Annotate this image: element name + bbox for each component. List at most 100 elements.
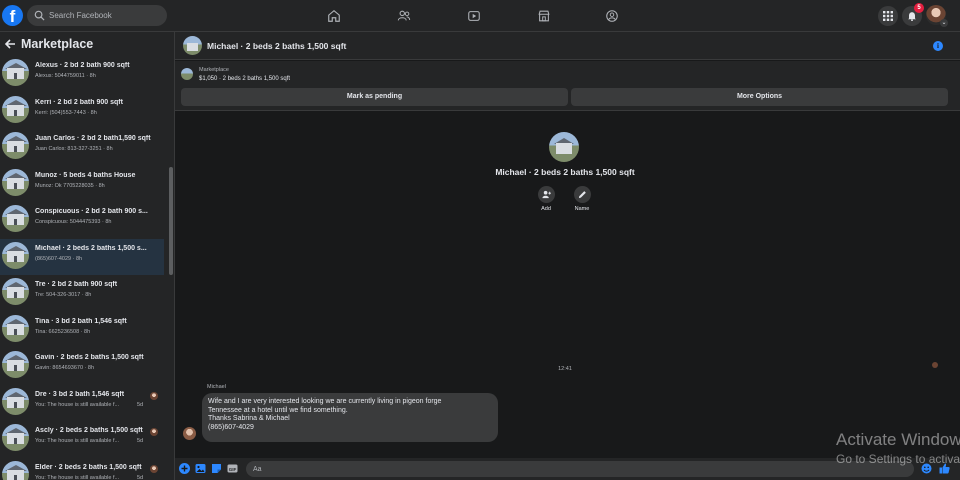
conversation-preview: You: The house is still available f... (35, 401, 120, 408)
message-line: Thanks Sabrina & Michael (208, 415, 290, 422)
listing-thumbnail (2, 95, 29, 123)
read-receipt-avatar (150, 391, 158, 400)
conversation-preview: Alexus: 5044759011 · 8h (35, 73, 96, 79)
conversation-item[interactable]: Michael · 2 beds 2 baths 1,500 s... (865)… (0, 238, 164, 275)
conversation-title: Juan Carlos · 2 bd 2 bath1,590 sqft (35, 135, 151, 142)
conversation-preview: Gavin: 8654693670 · 8h (35, 365, 95, 371)
chat-title[interactable]: Michael · 2 beds 2 baths 1,500 sqft (207, 41, 346, 51)
add-label: Add (541, 206, 551, 212)
listing-thumbnail (2, 59, 29, 86)
info-icon[interactable]: i (933, 41, 943, 51)
listing-thumbnail (2, 241, 29, 269)
mark-as-pending-button[interactable]: Mark as pending (181, 88, 568, 106)
add-action[interactable]: Add (531, 186, 561, 212)
sidebar-scrollbar[interactable] (169, 167, 173, 275)
conversation-preview: Munoz: Ok 7705228035 · 8h (35, 182, 105, 189)
plus-circle-icon[interactable] (179, 463, 190, 474)
message-timestamp: 12:41 (558, 366, 572, 372)
conversation-item[interactable]: Tre · 2 bd 2 bath 900 sqft Tre: 504-326-3… (0, 275, 164, 311)
sticker-icon[interactable] (211, 463, 222, 474)
conversation-item[interactable]: Dre · 3 bd 2 bath 1,546 sqft You: The hou… (0, 385, 164, 421)
search-input[interactable] (49, 7, 161, 24)
name-button[interactable] (573, 186, 591, 203)
conversation-preview: Juan Carlos: 813-327-3251 · 8h (35, 146, 113, 152)
conversation-sidebar: Marketplace Alexus · 2 bd 2 bath 900 sqf… (0, 32, 175, 480)
conversation-item[interactable]: Elder · 2 beds 2 baths 1,500 sqft You: Th… (0, 458, 164, 480)
conversation-item[interactable]: Ascly · 2 beds 2 baths 1,500 sqft You: Th… (0, 421, 164, 457)
read-receipt-avatar (150, 464, 158, 473)
search-box[interactable] (27, 5, 167, 26)
message-composer: GIF (175, 458, 960, 480)
conversation-item[interactable]: Tina · 3 bd 2 bath 1,546 sqft Tina: 66252… (0, 312, 164, 348)
conversation-title: Michael · 2 beds 2 baths 1,500 s... (35, 244, 147, 252)
conversation-time: 5d (137, 438, 144, 444)
nav-marketplace[interactable] (534, 6, 554, 26)
chat-thread: Michael · 2 beds 2 baths 1,500 sqft Add … (175, 112, 960, 458)
read-receipt-avatar (932, 362, 938, 368)
facebook-logo-icon[interactable]: f (2, 5, 23, 26)
add-person-icon (541, 190, 551, 199)
emoji-icon[interactable] (921, 463, 932, 474)
bell-icon (908, 12, 916, 22)
conversation-title: Tre · 2 bd 2 bath 900 sqft (35, 281, 118, 288)
message-bubble[interactable]: Wife and I are very interested looking w… (202, 393, 498, 442)
conversation-item[interactable]: Conspicuous · 2 bd 2 bath 900 s... Conspi… (0, 202, 164, 238)
sidebar-header: Marketplace (0, 32, 174, 56)
message-line: Wife and I are very interested looking w… (208, 398, 442, 405)
listing-thumbnail (2, 351, 29, 378)
listing-banner: Marketplace $1,050 · 2 beds 2 baths 1,50… (175, 61, 960, 111)
conversation-item[interactable]: Juan Carlos · 2 bd 2 bath1,590 sqft Juan … (0, 129, 164, 165)
conversation-item[interactable]: Gavin · 2 beds 2 baths 1,500 sqft Gavin: … (0, 348, 164, 384)
conversation-item[interactable]: Kerri · 2 bd 2 bath 900 sqft Kerri: (504)… (0, 93, 164, 129)
listing-thumbnail (2, 132, 29, 159)
home-icon (328, 10, 340, 22)
listing-thumbnail (2, 460, 29, 480)
marketplace-icon (538, 10, 550, 22)
nav-groups[interactable] (602, 6, 622, 26)
sidebar-title: Marketplace (21, 37, 94, 51)
more-options-button[interactable]: More Options (571, 88, 948, 106)
name-action[interactable]: Name (567, 186, 597, 212)
conversation-title: Dre · 3 bd 2 bath 1,546 sqft (35, 390, 125, 398)
conversation-preview: You: The house is still available f... (35, 438, 120, 444)
conversation-time: 5d (137, 474, 144, 480)
listing-thumbnail (2, 278, 29, 305)
listing-thumbnail (2, 387, 29, 415)
conversation-item[interactable]: Munoz · 5 beds 4 baths House Munoz: Ok 77… (0, 166, 164, 202)
pencil-icon (578, 191, 586, 199)
conversation-item[interactable]: Alexus · 2 bd 2 bath 900 sqft Alexus: 504… (0, 56, 164, 92)
conversation-preview: Tre: 504-326-3017 · 8h (35, 292, 92, 298)
like-thumb-icon[interactable] (939, 463, 950, 474)
friends-icon (397, 10, 411, 21)
read-receipt-avatar (150, 428, 158, 436)
nav-home[interactable] (324, 6, 344, 26)
chat-avatar[interactable] (183, 36, 202, 55)
grid-menu-icon (883, 11, 893, 21)
listing-thumbnail[interactable] (181, 68, 193, 80)
nav-friends[interactable] (394, 6, 414, 26)
chevron-down-icon[interactable]: ⌄ (940, 19, 948, 27)
message-input[interactable] (246, 461, 914, 477)
conversation-time: 5d (137, 401, 144, 408)
video-icon (468, 11, 480, 21)
top-navigation-bar: f 5 ⌄ (0, 0, 960, 32)
conversation-preview: Conspicuous: 5044475393 · 8h (35, 219, 112, 225)
notification-badge: 5 (914, 3, 924, 13)
sender-avatar[interactable] (183, 427, 196, 440)
search-icon (34, 10, 45, 21)
nav-watch[interactable] (464, 6, 484, 26)
listing-description: $1,050 · 2 beds 2 baths 1,500 sqft (199, 76, 291, 82)
conversation-title: Alexus · 2 bd 2 bath 900 sqft (35, 62, 130, 69)
conversation-preview: (865)607-4029 · 8h (35, 255, 83, 262)
menu-button[interactable] (878, 6, 898, 26)
image-icon[interactable] (195, 463, 206, 474)
gif-icon[interactable]: GIF (227, 463, 238, 474)
back-arrow-icon[interactable] (4, 38, 16, 50)
chat-header: Michael · 2 beds 2 baths 1,500 sqft i (175, 32, 960, 60)
profile-avatar[interactable] (549, 132, 579, 162)
listing-thumbnail (2, 205, 29, 232)
conversation-preview: You: The house is still available f... (35, 474, 120, 480)
conversation-title: Kerri · 2 bd 2 bath 900 sqft (35, 98, 123, 106)
add-button[interactable] (537, 186, 555, 203)
conversation-preview: Tina: 6625236508 · 8h (35, 328, 91, 335)
